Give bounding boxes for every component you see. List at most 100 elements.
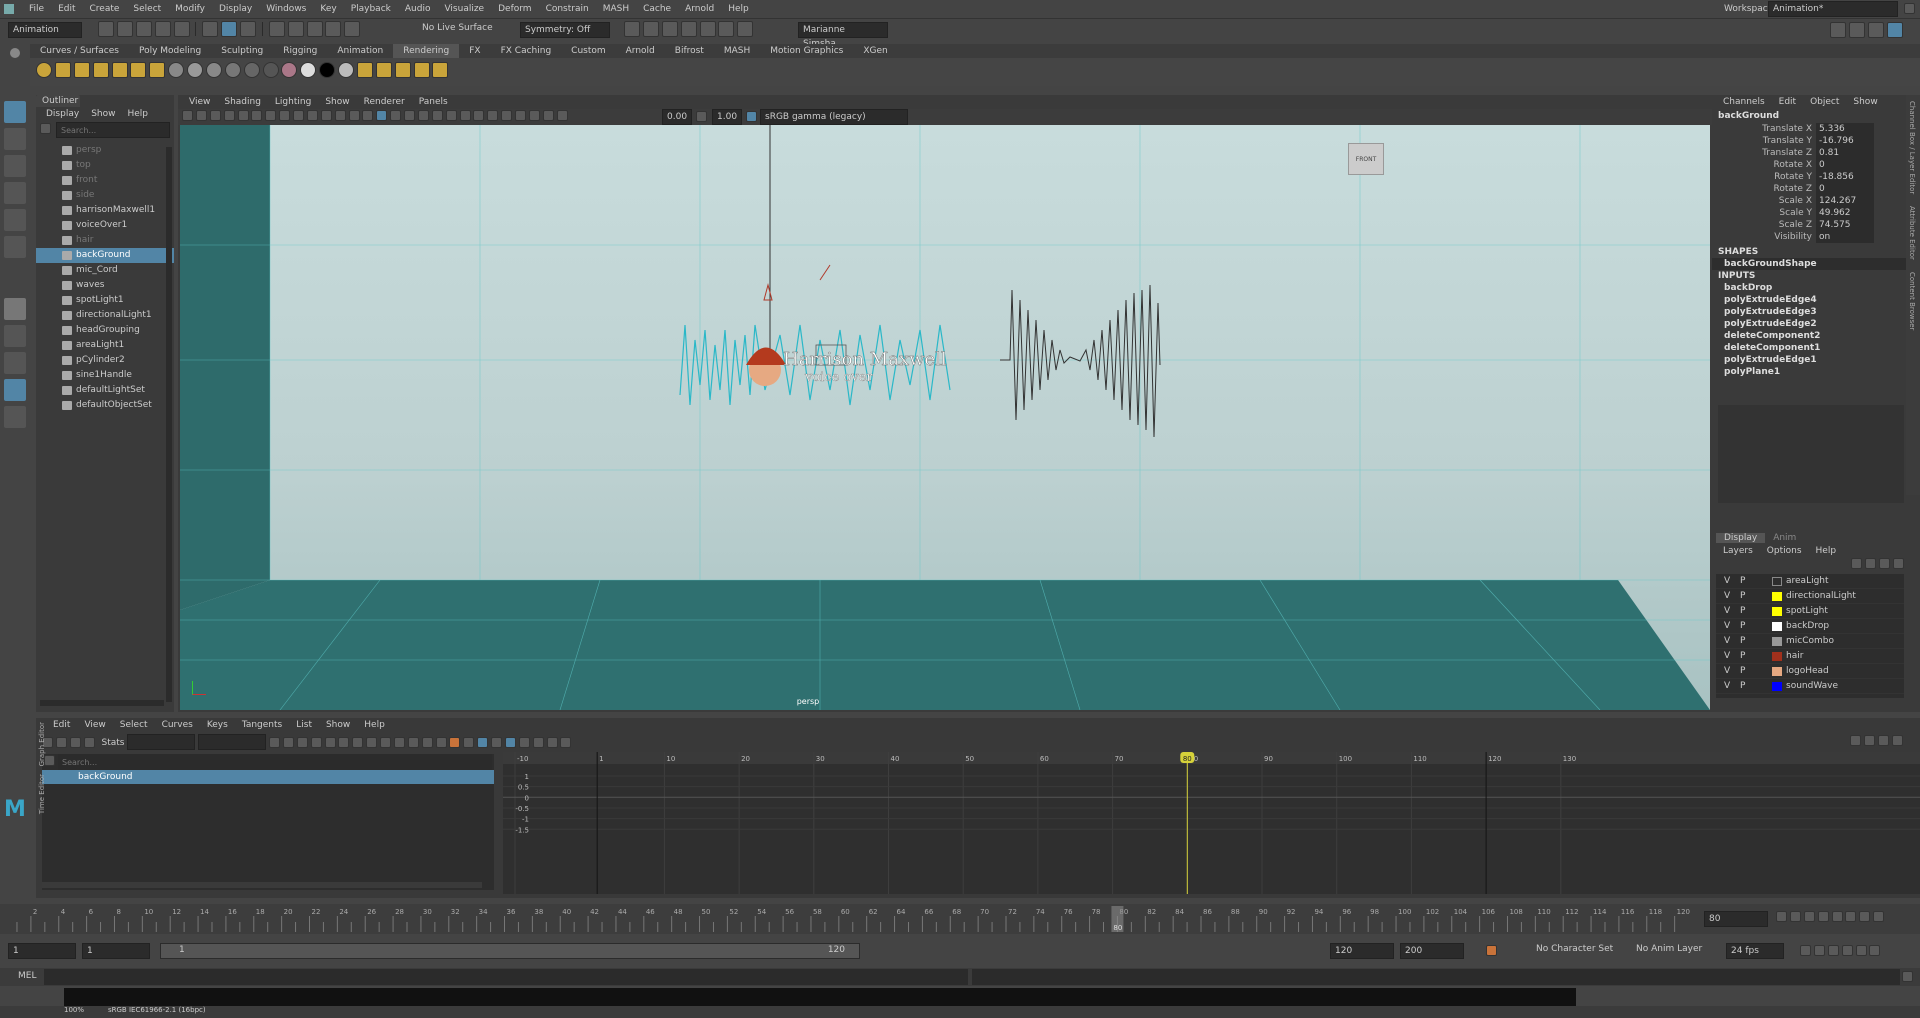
channel-menu-object[interactable]: Object — [1803, 95, 1846, 109]
layer-color-swatch[interactable] — [1772, 682, 1782, 691]
layer-row[interactable]: V PlogoHead — [1716, 664, 1904, 679]
outliner-item[interactable]: backGround — [36, 248, 174, 263]
graph-menu-keys[interactable]: Keys — [200, 718, 235, 732]
channel-menu-show[interactable]: Show — [1846, 95, 1884, 109]
channel-attribute-row[interactable]: Rotate X0 — [1712, 159, 1920, 171]
layer-row[interactable]: V PmicCombo — [1716, 634, 1904, 649]
menu-visualize[interactable]: Visualize — [437, 0, 491, 18]
input-node[interactable]: polyExtrudeEdge4 — [1712, 294, 1920, 306]
frame-selection-icon[interactable] — [282, 736, 294, 748]
layer-row[interactable]: V Phair — [1716, 649, 1904, 664]
user-account-dropdown[interactable]: Marianne Simsha... — [798, 22, 888, 49]
layer-visibility-toggle[interactable]: V — [1724, 574, 1730, 589]
graph-menu-edit[interactable]: Edit — [46, 718, 77, 732]
render-button-icon[interactable] — [375, 62, 392, 78]
input-node[interactable]: deleteComponent1 — [1712, 342, 1920, 354]
menu-edit[interactable]: Edit — [51, 0, 82, 18]
stats-value-field[interactable] — [198, 734, 267, 750]
character-set-dropdown[interactable]: No Character Set — [1536, 944, 1613, 954]
open-scene-icon[interactable] — [116, 21, 133, 37]
channel-attribute-row[interactable]: Scale Y 49.962 — [1712, 207, 1920, 219]
menu-constrain[interactable]: Constrain — [539, 0, 596, 18]
snap-grid-icon[interactable] — [268, 21, 285, 37]
gamma-field[interactable]: 1.00 — [712, 109, 742, 125]
layer-visibility-toggle[interactable]: V — [1724, 664, 1730, 679]
lock-tangent-weight-icon[interactable] — [463, 736, 475, 748]
render-view-icon[interactable] — [718, 21, 735, 37]
region-tool-icon[interactable] — [83, 736, 95, 748]
menu-select[interactable]: Select — [126, 0, 168, 18]
layer-row[interactable]: V PbackDrop — [1716, 619, 1904, 634]
menu-cache[interactable]: Cache — [636, 0, 678, 18]
mel-label[interactable]: MEL — [18, 971, 36, 981]
material-sphere-icon[interactable] — [243, 62, 260, 78]
shelf-tab[interactable]: Custom — [561, 44, 615, 58]
channel-attribute-row[interactable]: Translate Y -16.796 — [1712, 135, 1920, 147]
search-icon[interactable] — [4, 406, 26, 428]
free-tangent-weight-icon[interactable] — [449, 736, 461, 748]
film-gate-icon[interactable] — [279, 110, 291, 121]
time-snap-icon[interactable] — [491, 736, 503, 748]
layer-tab-anim[interactable]: Anim — [1765, 533, 1804, 543]
shelf-tab[interactable]: MASH — [714, 44, 760, 58]
select-camera-icon[interactable] — [182, 110, 193, 121]
break-tangents-icon[interactable] — [421, 736, 433, 748]
denormalize-icon[interactable] — [532, 736, 544, 748]
graph-area[interactable]: -10110203040506070809010011012013010.50-… — [503, 752, 1920, 894]
input-node[interactable]: polyPlane1 — [1712, 366, 1920, 378]
shelf-tab[interactable]: FX — [459, 44, 490, 58]
shape-name[interactable]: backGroundShape — [1712, 258, 1920, 270]
menu-file[interactable]: File — [22, 0, 51, 18]
channel-box-toggle-icon[interactable] — [1886, 22, 1903, 38]
outliner-menu-show[interactable]: Show — [85, 109, 121, 119]
outliner-menu-help[interactable]: Help — [121, 109, 154, 119]
outliner-item[interactable]: sine1Handle — [36, 368, 174, 383]
side-tab[interactable]: Content Browser — [1906, 266, 1918, 336]
layer-playback-toggle[interactable]: P — [1740, 634, 1745, 649]
save-scene-icon[interactable] — [135, 21, 152, 37]
construction-history-icon[interactable] — [624, 21, 640, 37]
graph-menu-select[interactable]: Select — [113, 718, 155, 732]
range-slider[interactable]: 1 120 — [160, 943, 860, 959]
playback-start-field[interactable]: 1 — [82, 943, 150, 959]
spline-tangent-icon[interactable] — [324, 736, 336, 748]
layer-menu-layers[interactable]: Layers — [1716, 544, 1760, 558]
step-forward-key-icon[interactable] — [1859, 911, 1871, 922]
grease-pencil-icon[interactable] — [251, 110, 263, 121]
safe-title-icon[interactable] — [348, 110, 360, 121]
viewport-menu-show[interactable]: Show — [318, 95, 356, 109]
directional-light-icon[interactable] — [54, 62, 71, 78]
channel-attribute-value[interactable]: 49.962 — [1816, 207, 1874, 219]
render-settings-icon[interactable] — [680, 21, 697, 37]
xray-joints-icon[interactable] — [528, 110, 540, 121]
shelf-tab[interactable]: Animation — [327, 44, 393, 58]
layer-row[interactable]: V PdirectionalLight — [1716, 589, 1904, 604]
outliner-item[interactable]: directionalLight1 — [36, 308, 174, 323]
graph-menu-help[interactable]: Help — [357, 718, 392, 732]
move-layer-up-icon[interactable] — [1879, 558, 1891, 569]
layer-playback-toggle[interactable]: P — [1740, 664, 1745, 679]
graph-menu-view[interactable]: View — [77, 718, 112, 732]
flat-tangent-icon[interactable] — [366, 736, 378, 748]
outliner-hscrollbar[interactable] — [40, 700, 164, 706]
channel-menu-channels[interactable]: Channels — [1716, 95, 1772, 109]
graph-menu-show[interactable]: Show — [319, 718, 357, 732]
ambient-occlusion-icon[interactable] — [445, 110, 457, 121]
workspace-dropdown[interactable]: Animation* — [1768, 1, 1898, 17]
attribute-editor-toggle-icon[interactable] — [1848, 22, 1865, 38]
exposure-icon[interactable] — [556, 110, 568, 121]
snap-view-plane-icon[interactable] — [325, 21, 342, 37]
modeling-toolkit-icon[interactable] — [1830, 22, 1846, 38]
layer-playback-toggle[interactable]: P — [1740, 574, 1745, 589]
exposure-field[interactable]: 0.00 — [662, 109, 692, 125]
layer-visibility-toggle[interactable]: V — [1724, 589, 1730, 604]
pre-infinity-cycle-icon[interactable] — [546, 736, 558, 748]
layer-row[interactable]: V PareaLight — [1716, 574, 1904, 589]
material-sphere-icon[interactable] — [187, 62, 203, 78]
surface-shader-black-icon[interactable] — [319, 62, 336, 78]
pause-icon[interactable] — [737, 21, 754, 37]
scene-start-field[interactable]: 1 — [8, 943, 76, 959]
step-tangent-icon[interactable] — [380, 736, 392, 748]
time-slider[interactable]: 2 4 6 8 10 12 14 16 18 20 22 24 26 28 30 32 34 36 38 40 42 44… — [0, 904, 1920, 934]
plateau-tangent-icon[interactable] — [393, 736, 405, 748]
